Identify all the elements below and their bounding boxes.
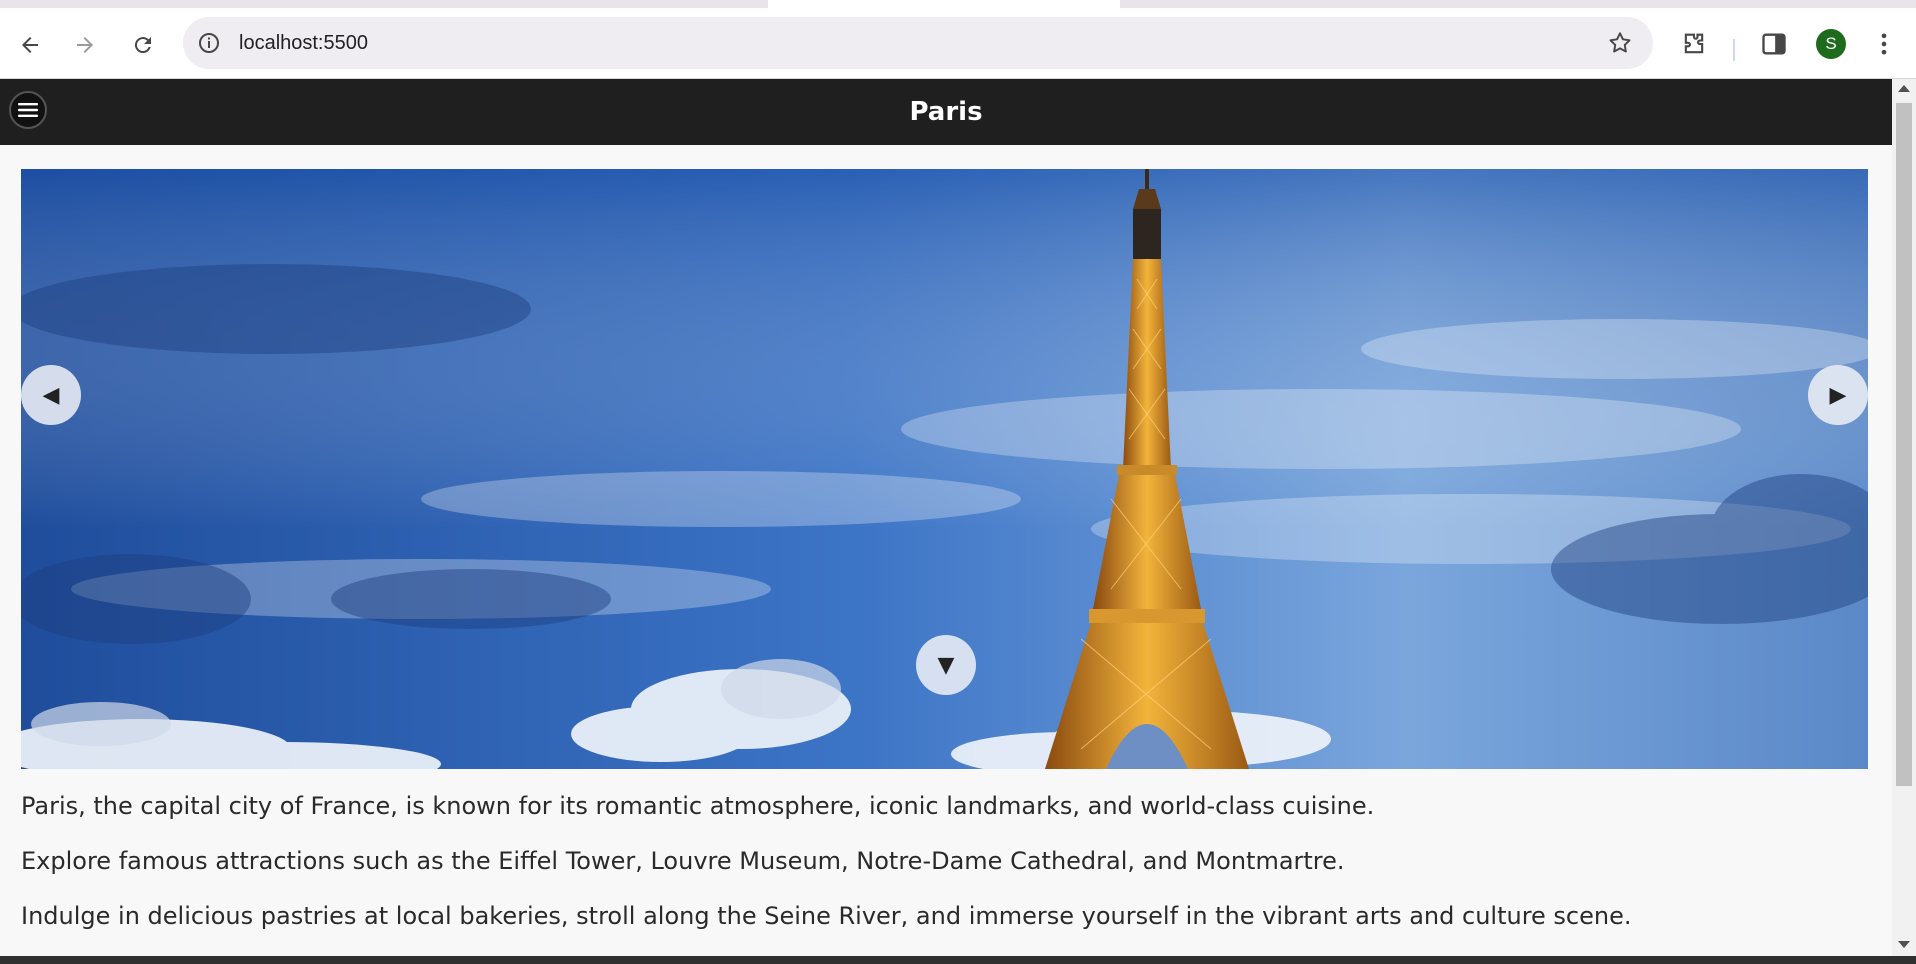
scroll-up-arrow-icon[interactable]: [1898, 85, 1910, 92]
info-icon[interactable]: [197, 31, 221, 55]
toolbar-divider: [1733, 39, 1735, 61]
triangle-right-icon: ▶: [1829, 382, 1847, 408]
tab-strip: [0, 0, 1916, 8]
triangle-left-icon: ◀: [42, 382, 60, 408]
scroll-down-arrow-icon[interactable]: [1898, 941, 1910, 948]
puzzle-icon[interactable]: [1680, 30, 1708, 58]
site-header: Paris: [0, 79, 1892, 145]
page-title: Paris: [909, 97, 983, 127]
browser-toolbar: localhost:5500 S: [0, 8, 1916, 79]
profile-avatar[interactable]: S: [1816, 29, 1846, 59]
kebab-menu-icon[interactable]: [1870, 30, 1898, 58]
hero-carousel: ◀ ▶ ▼: [21, 169, 1868, 769]
forward-button[interactable]: [67, 27, 103, 63]
arrow-left-icon: [22, 37, 38, 53]
arrow-right-icon: [77, 37, 93, 53]
scroll-down-button[interactable]: ▼: [916, 635, 976, 695]
reload-button[interactable]: [125, 27, 161, 63]
description-paragraph: Paris, the capital city of France, is kn…: [21, 792, 1375, 820]
page-scrollbar[interactable]: [1892, 79, 1916, 956]
carousel-next-button[interactable]: ▶: [1808, 365, 1868, 425]
reload-icon: [134, 37, 151, 54]
description-paragraph: Indulge in delicious pastries at local b…: [21, 902, 1632, 930]
side-panel-icon[interactable]: [1760, 30, 1788, 58]
url-text[interactable]: localhost:5500: [239, 17, 368, 69]
star-icon[interactable]: [1607, 30, 1633, 56]
address-bar[interactable]: localhost:5500: [183, 17, 1653, 69]
page-viewport: Paris ◀ ▶ ▼ Paris, the capital city of F…: [0, 79, 1892, 956]
description-section: Paris, the capital city of France, is kn…: [21, 779, 1871, 944]
back-button[interactable]: [12, 27, 48, 63]
carousel-prev-button[interactable]: ◀: [21, 365, 81, 425]
triangle-down-icon: ▼: [937, 652, 955, 678]
active-tab[interactable]: [768, 0, 1120, 8]
window-bottom-edge: [0, 956, 1916, 964]
scrollbar-thumb[interactable]: [1896, 103, 1912, 786]
description-paragraph: Explore famous attractions such as the E…: [21, 847, 1345, 875]
